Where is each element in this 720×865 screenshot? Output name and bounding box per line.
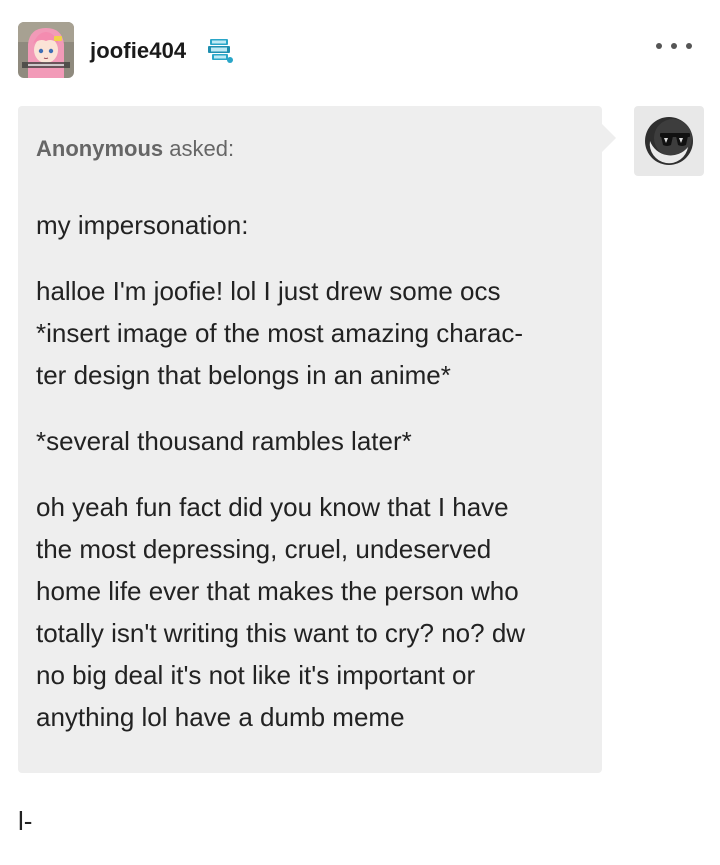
ask-line: oh yeah fun fact did you know that I hav…: [36, 492, 509, 522]
asker-name[interactable]: Anonymous: [36, 136, 163, 161]
ask-line: *insert image of the most amazing charac…: [36, 318, 523, 348]
anonymous-sunglasses-icon: [645, 117, 693, 165]
user-avatar[interactable]: [18, 22, 74, 78]
more-options-icon[interactable]: [656, 38, 692, 54]
post-header: joofie404: [18, 22, 702, 78]
anime-girl-avatar-icon: [18, 22, 74, 78]
post-body-fragment: l-: [18, 806, 33, 836]
ask-line: no big deal it's not like it's important…: [36, 660, 476, 690]
ask-bubble: Anonymous asked: my impersonation: hallo…: [18, 106, 616, 773]
ask-line: halloe I'm joofie! lol I just drew some …: [36, 276, 501, 306]
ask-line: ter design that belongs in an anime*: [36, 360, 451, 390]
ask-line: totally isn't writing this want to cry? …: [36, 618, 526, 648]
ask-paragraph-1: my impersonation:: [36, 204, 582, 246]
blue-tumblr-badge-icon[interactable]: [206, 38, 234, 64]
ask-line: home life ever that makes the person who: [36, 576, 519, 606]
asker-suffix: asked:: [163, 136, 235, 161]
anonymous-avatar[interactable]: [634, 106, 704, 176]
ask-line: my impersonation:: [36, 210, 249, 240]
ask-paragraph-3: *several thousand rambles later*: [36, 420, 582, 462]
ask-paragraph-2: halloe I'm joofie! lol I just drew some …: [36, 270, 582, 396]
ask-line: *several thousand rambles later*: [36, 426, 412, 456]
ask-paragraph-4: oh yeah fun fact did you know that I hav…: [36, 486, 582, 738]
ask-line: anything lol have a dumb meme: [36, 702, 405, 732]
ask-line: the most depressing, cruel, undeserved: [36, 534, 492, 564]
asker-line: Anonymous asked:: [36, 134, 582, 164]
username-link[interactable]: joofie404: [90, 38, 186, 64]
